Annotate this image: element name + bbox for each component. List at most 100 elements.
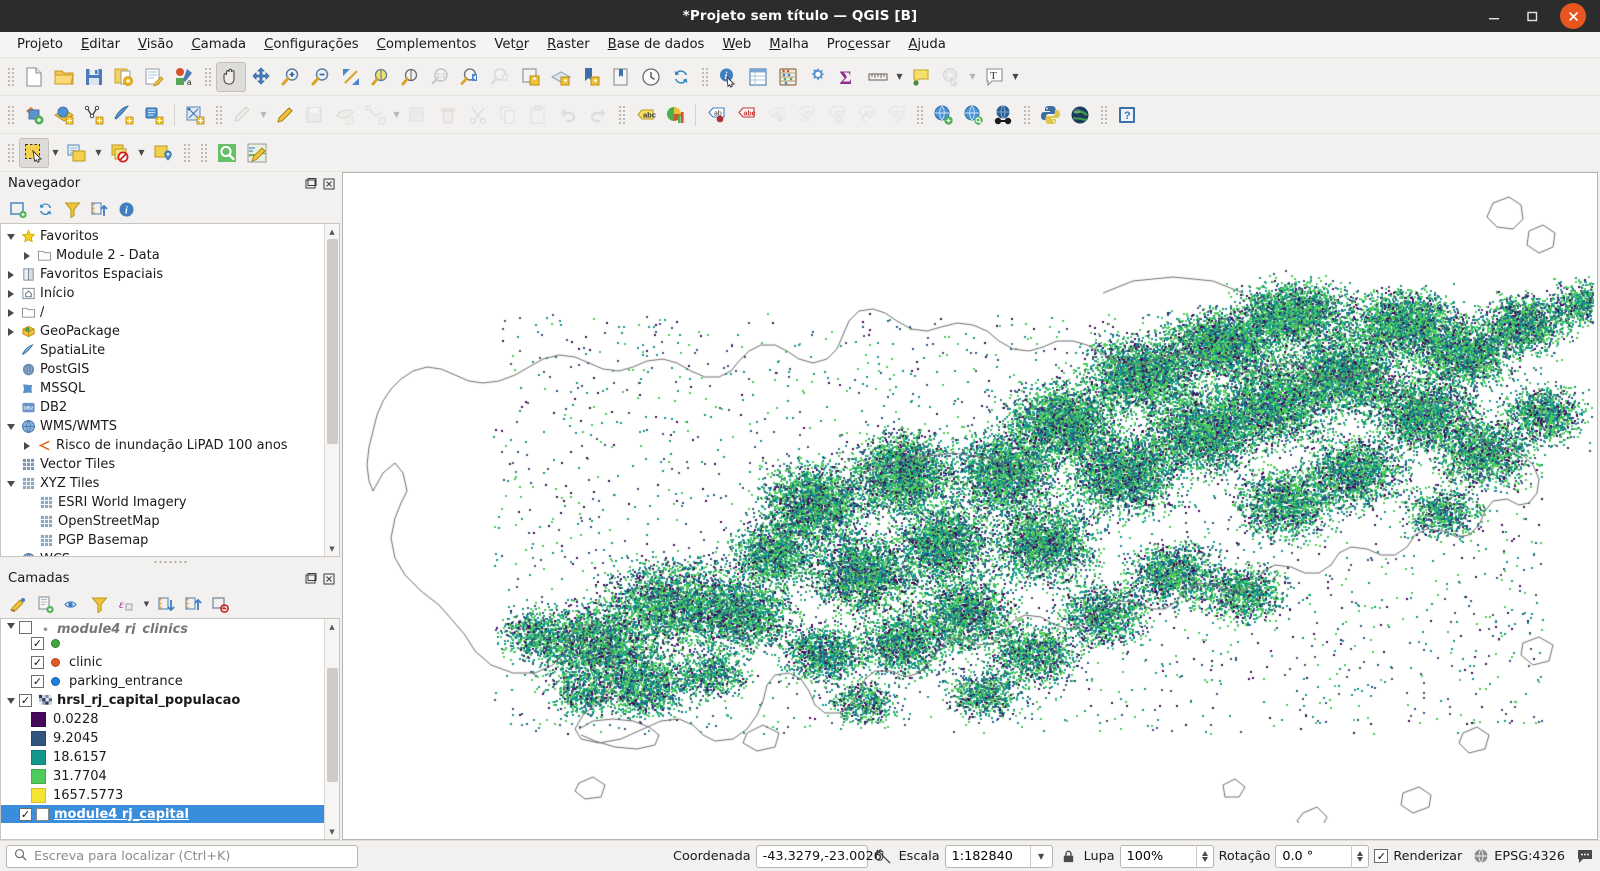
menu-vetor[interactable]: Vetor — [485, 34, 538, 55]
chevron-right-icon[interactable] — [3, 305, 19, 321]
browser-item-module-2-data[interactable]: Module 2 - Data — [1, 246, 324, 265]
add-wms-layer-icon[interactable] — [928, 100, 958, 130]
filter-browser-icon[interactable] — [60, 197, 85, 222]
globe-plugin-icon[interactable] — [1065, 100, 1095, 130]
layer-visibility-checkbox[interactable]: ✓ — [19, 694, 32, 707]
rotation-spinbox[interactable]: 0.0 ° — [1275, 845, 1369, 868]
chevron-down-icon[interactable] — [3, 229, 19, 245]
globe-icon[interactable] — [1467, 848, 1489, 864]
rotation-stepper[interactable] — [1351, 845, 1368, 868]
zoom-to-selection-icon[interactable] — [366, 62, 396, 92]
browser-item-geopackage[interactable]: GeoPackage — [1, 322, 324, 341]
scroll-track[interactable] — [325, 634, 340, 824]
panel-splitter[interactable] — [0, 557, 340, 567]
menu-visao[interactable]: Visão — [129, 34, 182, 55]
scroll-up-icon[interactable]: ▲ — [325, 619, 340, 634]
browser-item-wcs[interactable]: WCS — [1, 550, 324, 556]
render-checkbox[interactable]: ✓ — [1374, 849, 1388, 863]
add-feature-icon[interactable] — [330, 100, 360, 130]
browser-item-openstreetmap[interactable]: OpenStreetMap — [1, 512, 324, 531]
layers-scrollbar[interactable]: ▲ ▼ — [324, 619, 339, 839]
browser-item-wms-wmts[interactable]: WMS/WMTS — [1, 417, 324, 436]
browser-item-favoritos[interactable]: Favoritos — [1, 227, 324, 246]
temporal-controller-icon[interactable] — [636, 62, 666, 92]
scale-combo[interactable]: 1:182840 ▼ — [945, 845, 1053, 868]
new-map-view-icon[interactable] — [516, 62, 546, 92]
chevron-right-icon[interactable] — [3, 286, 19, 302]
toolbar-grip[interactable] — [6, 142, 15, 164]
toggle-editing-icon[interactable] — [270, 100, 300, 130]
toolbar-grip[interactable] — [617, 104, 626, 126]
chevron-right-icon[interactable] — [3, 324, 19, 340]
undo-icon[interactable] — [553, 100, 583, 130]
annotation-dropdown-arrow-icon[interactable]: ▼ — [1009, 62, 1022, 92]
scroll-down-icon[interactable]: ▼ — [325, 541, 340, 556]
map-canvas[interactable] — [342, 172, 1598, 840]
layer-visibility-checkbox[interactable]: ✓ — [31, 637, 44, 650]
add-spatialite-layer-icon[interactable] — [109, 100, 139, 130]
menu-editar[interactable]: Editar — [72, 34, 129, 55]
new-print-layout-icon[interactable] — [139, 62, 169, 92]
chevron-right-icon[interactable] — [19, 248, 35, 264]
layer-module4-rj-capital[interactable]: ✓ module4 rj_capital — [1, 805, 324, 823]
select-features-arrow-icon[interactable]: ▼ — [49, 138, 62, 168]
browser-item-db2[interactable]: DB2 DB2 — [1, 398, 324, 417]
layer-visibility-checkbox[interactable]: ✓ — [19, 808, 32, 821]
deselect-arrow-icon[interactable]: ▼ — [135, 138, 148, 168]
add-layer-icon[interactable] — [6, 197, 31, 222]
magnifier-spinbox[interactable]: 100% — [1120, 845, 1214, 868]
new-3d-map-view-icon[interactable] — [546, 62, 576, 92]
expression-filter-arrow-icon[interactable]: ▼ — [141, 592, 152, 616]
identify-features-icon[interactable]: i — [713, 62, 743, 92]
collapse-all-icon[interactable] — [181, 592, 206, 617]
toolbar-grip[interactable] — [1099, 104, 1108, 126]
add-group-icon[interactable] — [33, 592, 58, 617]
map-render-surface[interactable] — [343, 173, 1597, 823]
rotate-label-icon[interactable]: abc — [851, 100, 881, 130]
move-label-icon[interactable]: ab — [701, 100, 731, 130]
browser-item-mssql[interactable]: MSSQL — [1, 379, 324, 398]
modify-attributes-icon[interactable] — [403, 100, 433, 130]
browser-item-pgp-basemap[interactable]: PGP Basemap — [1, 531, 324, 550]
layer-hrsl-rj-capital-populacao[interactable]: ✓ hrsl_rj_capital_populacao — [1, 691, 324, 710]
locator-bar[interactable]: Escreva para localizar (Ctrl+K) — [6, 845, 358, 868]
metasearch-icon[interactable] — [958, 100, 988, 130]
cut-features-icon[interactable] — [463, 100, 493, 130]
menu-complementos[interactable]: Complementos — [368, 34, 486, 55]
refresh-icon[interactable] — [666, 62, 696, 92]
refresh-icon[interactable] — [33, 197, 58, 222]
add-postgis-layer-icon[interactable] — [139, 100, 169, 130]
chevron-right-icon[interactable] — [19, 438, 35, 454]
layer-visibility-checkbox[interactable]: ✓ — [31, 656, 44, 669]
help-icon[interactable]: ? — [1112, 100, 1142, 130]
menu-web[interactable]: Web — [713, 34, 760, 55]
add-vector-layer-icon[interactable] — [19, 100, 49, 130]
layer-symbol-green[interactable]: ✓ — [1, 634, 324, 653]
select-features-icon[interactable] — [19, 138, 49, 168]
qgis-browser-icon[interactable] — [988, 100, 1018, 130]
zoom-to-layer-icon[interactable] — [396, 62, 426, 92]
vertex-tool-icon[interactable] — [360, 100, 390, 130]
chevron-down-icon[interactable] — [3, 419, 19, 435]
messages-icon[interactable] — [1570, 847, 1594, 865]
toolbar-grip[interactable] — [203, 66, 212, 88]
toolbar-grip[interactable] — [1022, 104, 1031, 126]
chevron-down-icon[interactable] — [3, 476, 19, 492]
show-bookmarks-icon[interactable] — [606, 62, 636, 92]
change-label-icon[interactable]: abc — [881, 100, 911, 130]
select-by-location-icon[interactable] — [148, 138, 178, 168]
open-layout-icon[interactable] — [242, 138, 272, 168]
scroll-down-icon[interactable]: ▼ — [325, 824, 340, 839]
menu-camada[interactable]: Camada — [182, 34, 255, 55]
toolbar-grip[interactable] — [6, 66, 15, 88]
open-layer-styling-icon[interactable] — [6, 592, 31, 617]
zoom-last-search-icon[interactable] — [212, 138, 242, 168]
layers-float-icon[interactable] — [304, 572, 318, 586]
properties-icon[interactable]: i — [114, 197, 139, 222]
toolbar-grip[interactable] — [700, 66, 709, 88]
scroll-thumb[interactable] — [327, 668, 338, 782]
add-raster-layer-icon[interactable] — [49, 100, 79, 130]
zoom-full-icon[interactable] — [336, 62, 366, 92]
redo-icon[interactable] — [583, 100, 613, 130]
pin-labels-icon[interactable]: ab — [761, 100, 791, 130]
